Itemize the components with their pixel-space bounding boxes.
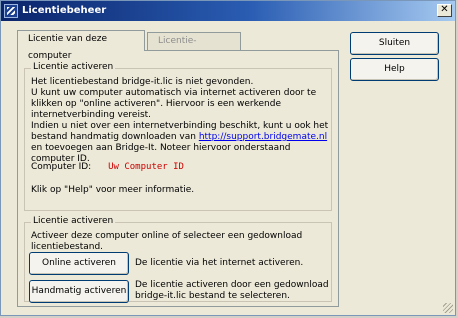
manual-download-text: Indien u niet over een internetverbindin… (31, 121, 329, 165)
activate-actions-group: Licentie activeren Activeer deze compute… (24, 216, 332, 303)
computer-id-label: Computer ID: (31, 162, 92, 172)
computer-id-value: Uw Computer ID (108, 162, 184, 172)
license-dialog: Licentiebeheer ✕ Licentie van deze compu… (0, 0, 456, 316)
online-activation-text: U kunt uw computer automatisch via inter… (31, 88, 317, 120)
close-button[interactable]: Sluiten (350, 32, 439, 55)
support-link[interactable]: http://support.bridgemate.nl (199, 132, 327, 142)
manual-activate-description: De licentie activeren door een gedownloa… (135, 280, 329, 301)
resize-grip-icon[interactable] (443, 303, 453, 313)
actions-intro-text: Activeer deze computer online of selecte… (31, 231, 303, 252)
group-legend: Licentie activeren (31, 216, 116, 226)
close-icon[interactable]: ✕ (437, 4, 452, 17)
online-activate-button[interactable]: Online activeren (29, 252, 129, 275)
title-bar[interactable]: Licentiebeheer ✕ (1, 1, 455, 21)
online-activate-description: De licentie via het internet activeren. (135, 258, 304, 268)
help-hint-text: Klik op "Help" voor meer informatie. (31, 185, 195, 195)
computer-id-row: Computer ID: Uw Computer ID (31, 162, 329, 173)
help-button[interactable]: Help (350, 58, 439, 81)
activate-info-group: Licentie activeren Het licentiebestand b… (24, 62, 332, 211)
tab-panel: Licentie activeren Het licentiebestand b… (17, 50, 339, 307)
app-icon (4, 4, 18, 18)
tab-license-overview[interactable]: Licentie-overzicht (147, 32, 241, 63)
tab-license-this-computer[interactable]: Licentie van deze computer (17, 30, 145, 61)
window-title: Licentiebeheer (22, 5, 107, 16)
manual-activate-button[interactable]: Handmatig activeren (29, 280, 129, 303)
manual-download-text-part: en toevoegen aan Bridge-It. Noteer hierv… (31, 143, 291, 164)
missing-license-text: Het licentiebestand bridge-it.lic is nie… (31, 77, 254, 87)
